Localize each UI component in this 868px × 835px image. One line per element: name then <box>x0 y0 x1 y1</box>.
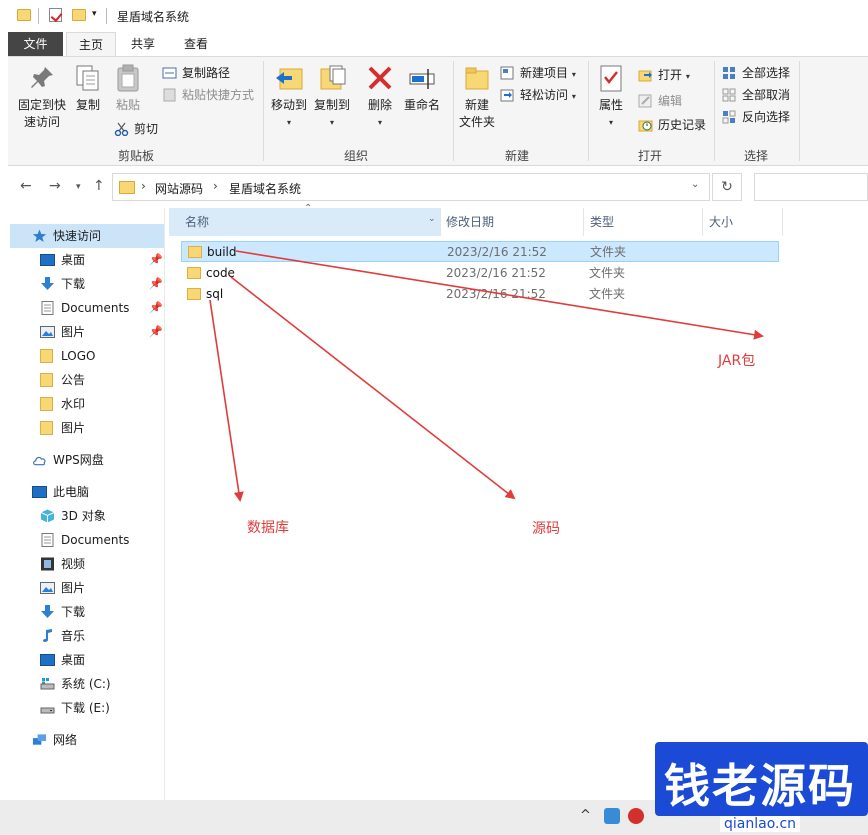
watermark-brand: 钱老源码 <box>664 759 856 813</box>
tray-app-icon[interactable] <box>604 808 620 824</box>
annotation-source: 源码 <box>532 521 560 537</box>
tray-music-app-icon[interactable] <box>628 808 644 824</box>
annotation-arrows <box>209 250 764 502</box>
arrow-code-to-source <box>230 276 516 500</box>
arrow-sql-to-database <box>209 299 244 502</box>
tray-chevron-up-icon[interactable]: ^ <box>580 808 591 823</box>
arrow-build-to-jar <box>235 250 764 340</box>
annotation-database: 数据库 <box>247 520 289 536</box>
watermark-url: qianlao.cn <box>720 816 801 832</box>
watermark-logo: 钱老源码 qianlao.cn <box>650 728 868 835</box>
annotation-jar: JAR包 <box>718 353 756 369</box>
